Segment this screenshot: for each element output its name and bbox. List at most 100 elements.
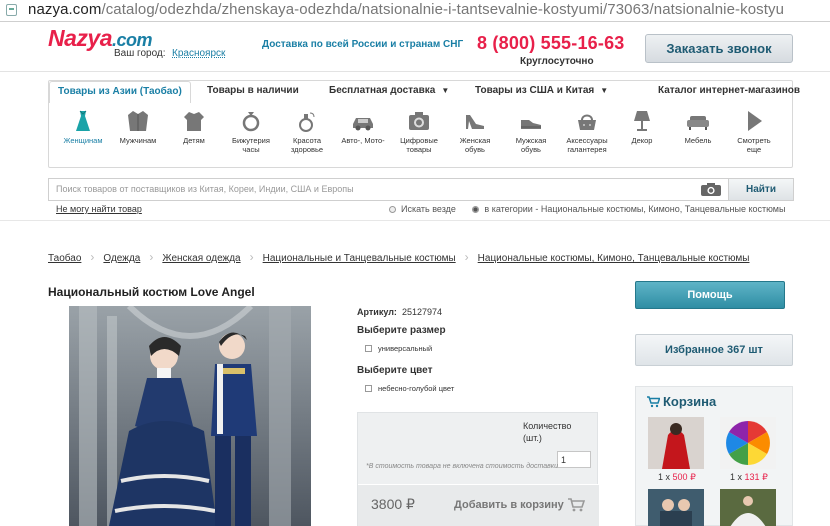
cart-item-thumbnail[interactable] [720,489,776,526]
ring-icon [242,112,260,132]
category-decor[interactable]: Декор [614,109,670,145]
play-arrow-icon [748,111,762,131]
chevron-right-icon: › [90,250,95,264]
purchase-panel: Количество (шт.) 1 *В стоимость товара н… [357,412,599,526]
category-panel: Товары из Азии (Таобао) Товары в наличии… [48,80,800,168]
category-label: Красота здоровье [290,136,324,154]
checkbox[interactable] [365,385,372,392]
category-label: Декор [631,136,653,145]
search-button[interactable]: Найти [728,178,794,201]
add-to-cart-button[interactable]: Добавить в корзину [454,497,585,512]
category-label: Мебель [684,136,712,145]
cart-icon [647,396,660,408]
radio-button[interactable] [389,206,396,213]
url-domain: nazya.com [28,1,102,18]
breadcrumb-item[interactable]: Одежда [103,253,140,264]
dress-icon [76,110,90,131]
cart-widget: Корзина 1 x 500 ₽ 1 x 131 ₽ [635,386,793,526]
site-header: Nazya.com Ваш город: Красноярск Доставка… [0,22,830,72]
order-call-button[interactable]: Заказать звонок [645,34,793,63]
category-furniture[interactable]: Мебель [670,109,726,145]
tab-in-stock[interactable]: Товары в наличии [207,85,299,96]
url-path: /catalog/odezhda/zhenskaya-odezhda/natsi… [101,1,785,18]
category-label: Смотреть еще [737,136,771,154]
cart-item-image [648,489,704,526]
category-label: Авто-, Мото- [341,136,385,145]
cart-item-thumbnail[interactable] [720,417,776,469]
page: { "browser": { "url_domain": "nazya.com"… [0,0,830,526]
cart-item-image [720,417,776,469]
category-more[interactable]: Смотреть еще [726,109,782,154]
cart-item-thumbnail[interactable] [648,417,704,469]
size-option[interactable]: универсальный [365,344,432,353]
dropdown-arrow-icon: ▼ [441,86,450,95]
cart-title[interactable]: Корзина [646,394,716,409]
category-accessories[interactable]: Аксессуары галантерея [559,109,615,154]
city-label: Ваш город: [114,48,166,59]
city-selector-link[interactable]: Красноярск [172,48,225,59]
heel-shoe-icon [466,115,484,129]
category-men[interactable]: Мужчинам [110,109,166,145]
phone-hours: Круглосуточно [520,56,594,67]
category-label: Аксессуары галантерея [566,136,608,154]
cart-item-thumbnail[interactable] [648,489,704,526]
help-button[interactable]: Помощь [635,281,785,309]
breadcrumb-item[interactable]: Национальные и Танцевальные костюмы [263,253,456,264]
search-everywhere-option[interactable]: Искать везде [389,204,456,214]
color-heading: Выберите цвет [357,365,433,376]
favorites-button[interactable]: Избранное 367 шт [635,334,793,366]
tab-label: Каталог интернет-магазинов [658,85,801,96]
category-label: Детям [183,136,205,145]
checkbox[interactable] [365,345,372,352]
category-label: Цифровые товары [400,136,438,154]
chevron-right-icon: › [464,250,469,264]
camera-icon [409,112,429,130]
men-shoe-icon [521,120,541,129]
category-jewelry[interactable]: Бижутерия часы [223,109,279,154]
category-digital[interactable]: Цифровые товары [391,109,447,154]
camera-search-icon[interactable] [700,182,722,197]
category-label: Женщинам [63,136,103,145]
breadcrumb: Таобао › Одежда › Женская одежда › Национальны… [48,250,750,264]
cant-find-product-link[interactable]: Не могу найти товар [56,204,142,214]
category-women[interactable]: Женщинам [55,109,111,145]
product-photo[interactable] [69,306,311,526]
cart-item-caption: 1 x 500 ₽ [658,472,696,482]
browser-address-bar[interactable]: nazya.com/catalog/odezhda/zhenskaya-odez… [0,0,830,22]
breadcrumb-item[interactable]: Женская одежда [162,253,240,264]
perfume-icon [299,112,315,132]
sofa-icon [687,116,709,130]
breadcrumb-item[interactable]: Таобао [48,253,81,264]
search-input[interactable]: Поиск товаров от поставщиков из Китая, К… [56,184,354,194]
category-label: Мужская обувь [515,136,547,154]
category-women-shoes[interactable]: Женская обувь [447,109,503,154]
quantity-label: Количество (шт.) [523,421,572,443]
jacket-icon [128,111,148,131]
price-row: 3800 ₽ Добавить в корзину [358,484,599,526]
car-icon [353,118,373,131]
radio-button[interactable] [472,206,480,213]
tab-label: Бесплатная доставка [329,85,436,96]
color-option[interactable]: небесно-голубой цвет [365,384,454,393]
page-icon [6,4,17,16]
tab-label: Товары из США и Китая [475,85,595,96]
category-label: Мужчинам [119,136,157,145]
search-bar: Поиск товаров от поставщиков из Китая, К… [48,178,794,201]
category-auto[interactable]: Авто-, Мото- [335,109,391,145]
breadcrumb-item[interactable]: Национальные костюмы, Кимоно, Танцевальн… [478,253,750,264]
search-in-category-option[interactable]: в категории - Национальные костюмы, Кимо… [472,204,785,214]
tab-asia-taobao[interactable]: Товары из Азии (Таобао) [49,81,191,103]
phone-number: 8 (800) 555-16-63 [477,33,625,53]
tab-free-delivery[interactable]: Бесплатная доставка ▼ [329,85,449,96]
delivery-disclaimer: *В стоимость товара не включена стоимост… [366,463,558,470]
quantity-input[interactable]: 1 [557,451,591,468]
category-men-shoes[interactable]: Мужская обувь [503,109,559,154]
url-text[interactable]: nazya.com/catalog/odezhda/zhenskaya-odez… [28,1,784,18]
category-beauty[interactable]: Красота здоровье [279,109,335,154]
tab-usa-china[interactable]: Товары из США и Китая ▼ [475,85,608,96]
handbag-icon [578,114,596,130]
category-kids[interactable]: Детям [166,109,222,145]
tab-label: Товары в наличии [207,85,299,96]
kids-shirt-icon [184,112,204,131]
tab-stores-catalog[interactable]: Каталог интернет-магазинов [658,85,800,96]
